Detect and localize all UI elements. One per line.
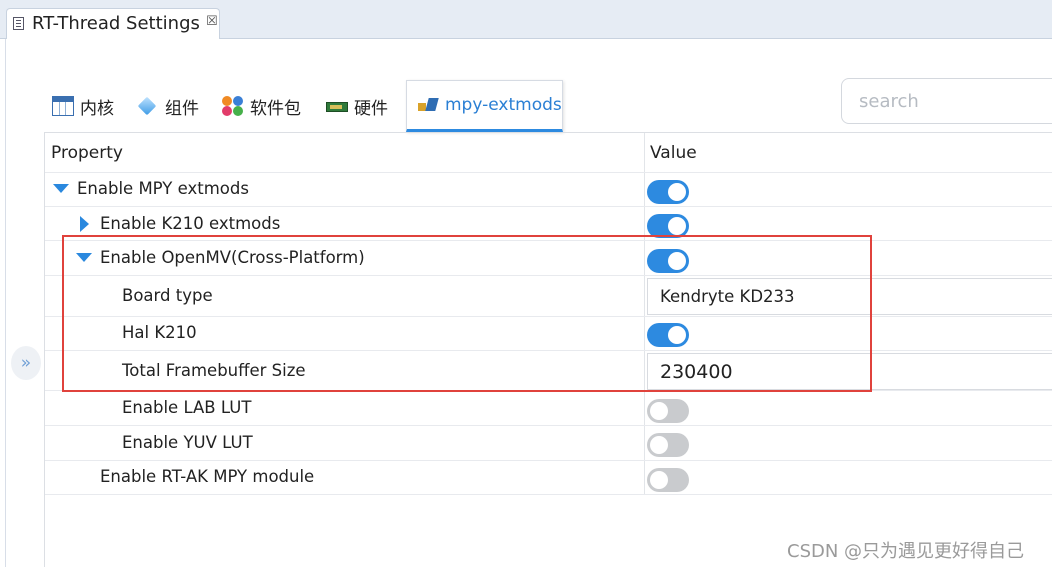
tab-hardware[interactable]: 硬件 [326,90,388,122]
board-type-value: Kendryte KD233 [660,287,795,306]
tab-packages-label: 软件包 [250,98,301,119]
toggle-enable-yuv-lut[interactable] [647,433,689,457]
row-label-hal-k210: Hal K210 [122,323,197,342]
toggle-enable-k210-extmods[interactable] [647,214,689,238]
framebuffer-size-value: 230400 [660,360,733,383]
close-icon[interactable]: ☒ [206,14,218,29]
row-label-enable-rt-ak-mpy-module: Enable RT-AK MPY module [100,467,315,486]
row-label-enable-lab-lut: Enable LAB LUT [122,398,252,417]
packages-icon [222,96,244,116]
row-divider [45,350,1052,351]
component-cube-icon [137,96,159,116]
toggle-knob [650,471,668,489]
toggle-knob [650,402,668,420]
tab-mpy-extmods[interactable]: mpy-extmods [406,80,563,132]
row-label-enable-mpy-extmods: Enable MPY extmods [77,179,249,198]
header-property: Property [51,143,123,163]
row-divider [45,206,1052,207]
toggle-enable-lab-lut[interactable] [647,399,689,423]
tab-packages[interactable]: 软件包 [222,90,301,122]
toggle-knob [668,252,686,270]
double-chevron-right-icon: » [20,353,32,373]
hardware-board-icon [326,97,348,117]
toggle-knob [668,183,686,201]
toggle-enable-rt-ak-mpy-module[interactable] [647,468,689,492]
tab-mpy-extmods-label: mpy-extmods [445,95,562,115]
expand-sidebar-button[interactable]: » [11,346,41,380]
row-divider [45,275,1052,276]
row-divider [45,460,1052,461]
expand-triangle-icon[interactable] [76,253,92,262]
mpy-icon [417,95,439,115]
tab-components[interactable]: 组件 [137,90,199,122]
tab-kernel-label: 内核 [80,98,114,119]
toggle-knob [650,436,668,454]
row-divider [45,240,1052,241]
row-divider [45,390,1052,391]
search-input[interactable] [841,78,1052,124]
settings-document-icon [13,17,24,30]
row-divider [45,172,1052,173]
tab-kernel[interactable]: 内核 [52,90,114,122]
toggle-knob [668,326,686,344]
row-divider [45,316,1052,317]
row-divider [45,494,1052,495]
watermark: CSDN @只为遇见更好得自己 [787,541,1025,562]
header-value: Value [650,143,697,163]
toggle-enable-openmv[interactable] [647,249,689,273]
row-label-enable-yuv-lut: Enable YUV LUT [122,433,253,452]
tab-hardware-label: 硬件 [354,98,388,119]
row-label-enable-k210-extmods: Enable K210 extmods [100,214,281,233]
column-separator [644,133,645,495]
row-divider [45,425,1052,426]
toggle-knob [668,217,686,235]
toggle-hal-k210[interactable] [647,323,689,347]
kernel-table-icon [52,96,74,116]
editor-tab-strip: RT-Thread Settings ☒ [0,0,1052,39]
framebuffer-size-input[interactable]: 230400 [647,353,1052,390]
row-label-enable-openmv: Enable OpenMV(Cross-Platform) [100,248,365,267]
board-type-select[interactable]: Kendryte KD233 [647,278,1052,315]
row-label-total-framebuffer-size: Total Framebuffer Size [122,361,306,380]
expand-triangle-icon[interactable] [53,184,69,193]
editor-tab-rt-thread-settings[interactable]: RT-Thread Settings ☒ [6,8,220,39]
collapse-triangle-icon[interactable] [80,216,89,232]
editor-left-border [5,39,6,567]
tab-components-label: 组件 [165,98,199,119]
row-label-board-type: Board type [122,286,213,305]
editor-tab-title: RT-Thread Settings [32,13,200,34]
toggle-enable-mpy-extmods[interactable] [647,180,689,204]
